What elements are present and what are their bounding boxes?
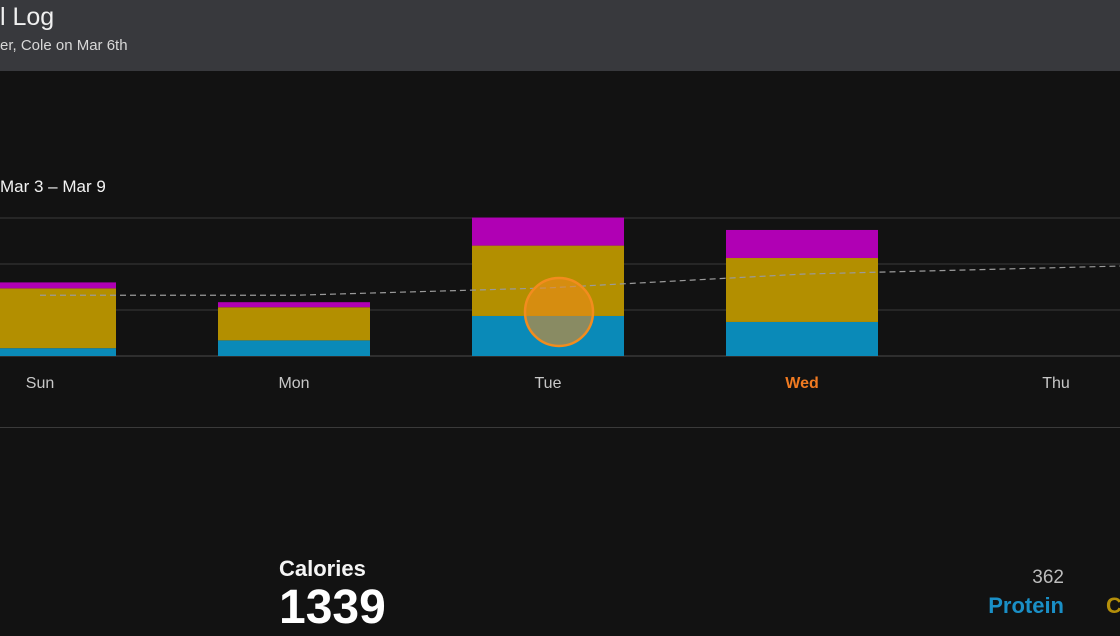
day-label-wed: Wed <box>785 375 818 392</box>
carbs-label-partial[interactable]: C <box>1106 593 1120 619</box>
bar-segment[interactable] <box>472 217 624 246</box>
bar-segment[interactable] <box>218 307 370 341</box>
protein-value: 362 <box>1032 567 1064 588</box>
bar-segment[interactable] <box>0 288 116 349</box>
bar-segment[interactable] <box>726 229 878 259</box>
calories-value: 1339 <box>279 581 386 634</box>
bar-segment[interactable] <box>0 348 116 356</box>
touch-indicator <box>523 276 595 348</box>
day-label-tue: Tue <box>535 375 562 392</box>
section-divider <box>0 427 1120 428</box>
bar-segment[interactable] <box>218 302 370 308</box>
protein-label[interactable]: Protein <box>988 593 1064 619</box>
bar-segment[interactable] <box>726 321 878 356</box>
calories-label: Calories <box>279 556 366 581</box>
weekly-macro-chart[interactable]: Sun Mon Tue Wed Thu <box>0 0 1120 430</box>
bar-segment[interactable] <box>218 340 370 356</box>
day-label-mon: Mon <box>278 375 309 392</box>
day-label-sun: Sun <box>26 375 54 392</box>
bar-segment[interactable] <box>0 282 116 289</box>
bar-segment[interactable] <box>726 258 878 322</box>
day-label-thu: Thu <box>1042 375 1070 392</box>
